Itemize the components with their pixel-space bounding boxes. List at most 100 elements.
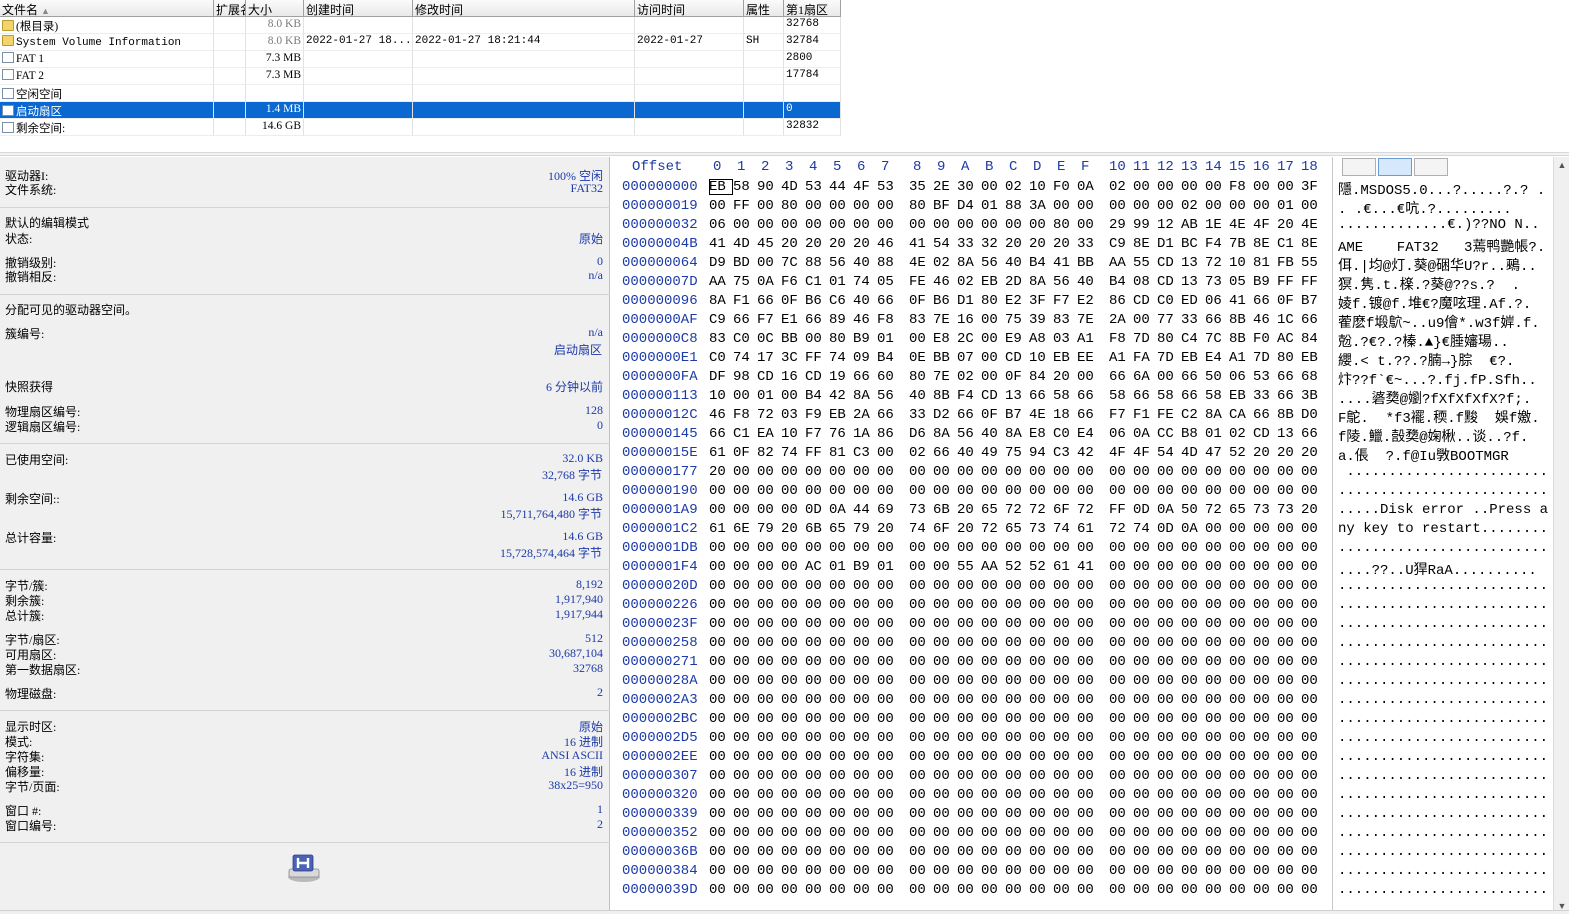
hex-byte[interactable]: 72 <box>981 521 1005 537</box>
hex-byte[interactable]: 00 <box>829 464 853 480</box>
hex-byte[interactable]: 00 <box>981 540 1005 556</box>
hex-byte[interactable]: 00 <box>1301 521 1325 537</box>
hex-byte[interactable]: 00 <box>709 540 733 556</box>
hex-byte[interactable]: 00 <box>1253 673 1277 689</box>
hex-byte[interactable]: 0F <box>981 407 1005 423</box>
hex-byte[interactable]: 00 <box>1205 749 1229 765</box>
hex-byte[interactable]: 4E <box>1229 217 1253 233</box>
hex-byte[interactable]: 00 <box>1301 464 1325 480</box>
hex-byte[interactable]: 00 <box>1301 863 1325 879</box>
hex-byte[interactable]: D6 <box>909 426 933 442</box>
hex-byte[interactable]: 00 <box>829 863 853 879</box>
hex-byte[interactable]: 55 <box>1301 255 1325 271</box>
hex-byte[interactable]: 20 <box>829 236 853 252</box>
hex-byte[interactable]: 52 <box>1005 559 1029 575</box>
hex-byte[interactable]: 00 <box>1277 521 1301 537</box>
hex-byte[interactable]: 00 <box>1181 749 1205 765</box>
hex-byte[interactable]: 0A <box>757 274 781 290</box>
hex-byte[interactable]: 33 <box>957 236 981 252</box>
hex-byte[interactable]: EB <box>1229 388 1253 404</box>
hex-byte[interactable]: 1E <box>1205 217 1229 233</box>
hex-byte[interactable]: 83 <box>1053 312 1077 328</box>
hex-byte[interactable]: 00 <box>757 578 781 594</box>
hex-byte[interactable]: 66 <box>1181 388 1205 404</box>
hex-byte[interactable]: 00 <box>853 768 877 784</box>
hex-byte[interactable]: 17 <box>757 350 781 366</box>
hex-byte[interactable]: 00 <box>1181 654 1205 670</box>
hex-byte[interactable]: 00 <box>1253 483 1277 499</box>
hex-byte[interactable]: 00 <box>805 882 829 898</box>
hex-byte[interactable]: 00 <box>1029 540 1053 556</box>
hex-offset[interactable]: 0000002BC <box>622 711 702 730</box>
hex-byte[interactable]: 00 <box>877 464 901 480</box>
col-header-modified[interactable]: 修改时间 <box>413 0 635 17</box>
hex-byte[interactable]: C3 <box>1053 445 1077 461</box>
hex-byte[interactable]: 00 <box>781 217 805 233</box>
hex-byte[interactable]: 00 <box>853 730 877 746</box>
hex-byte[interactable]: 86 <box>1109 293 1133 309</box>
hex-byte[interactable]: 00 <box>1157 806 1181 822</box>
hex-byte[interactable]: 00 <box>1157 787 1181 803</box>
hex-byte[interactable]: 00 <box>909 863 933 879</box>
hex-byte[interactable]: 00 <box>877 654 901 670</box>
hex-byte[interactable]: 00 <box>1157 768 1181 784</box>
hex-byte[interactable]: 19 <box>829 369 853 385</box>
hex-byte[interactable]: 00 <box>757 255 781 271</box>
hex-byte[interactable]: 00 <box>1005 654 1029 670</box>
hex-byte[interactable]: 00 <box>781 806 805 822</box>
hex-byte[interactable]: AB <box>1181 217 1205 233</box>
hex-byte[interactable]: 00 <box>1301 711 1325 727</box>
hex-byte[interactable]: CD <box>1157 274 1181 290</box>
hex-byte[interactable]: 56 <box>957 426 981 442</box>
hex-byte[interactable]: 00 <box>1277 635 1301 651</box>
hex-byte[interactable]: 00 <box>781 464 805 480</box>
hex-byte[interactable]: 2C <box>957 331 981 347</box>
hex-byte[interactable]: 40 <box>1005 255 1029 271</box>
hex-byte[interactable]: 00 <box>909 483 933 499</box>
hex-offset[interactable]: 000000145 <box>622 426 702 445</box>
hex-byte[interactable]: 66 <box>1253 293 1277 309</box>
hex-byte[interactable]: 00 <box>1005 730 1029 746</box>
hex-byte[interactable]: 00 <box>1109 730 1133 746</box>
hex-byte[interactable]: 00 <box>1133 806 1157 822</box>
hex-byte[interactable]: 00 <box>877 445 901 461</box>
hex-byte[interactable]: 00 <box>1301 806 1325 822</box>
hex-byte[interactable]: 73 <box>1277 502 1301 518</box>
hex-byte[interactable]: 6F <box>1053 502 1077 518</box>
hex-byte[interactable]: 0A <box>1077 179 1101 195</box>
hex-byte[interactable]: 00 <box>1005 540 1029 556</box>
hex-byte[interactable]: 00 <box>933 540 957 556</box>
hex-byte[interactable]: 00 <box>1109 540 1133 556</box>
hex-byte[interactable]: 00 <box>1181 806 1205 822</box>
hex-byte[interactable]: 74 <box>829 350 853 366</box>
hex-byte[interactable]: 61 <box>709 521 733 537</box>
hex-byte[interactable]: 00 <box>1205 483 1229 499</box>
hex-byte[interactable]: 00 <box>1077 654 1101 670</box>
hex-byte[interactable]: 74 <box>781 445 805 461</box>
hex-byte[interactable]: 33 <box>1181 312 1205 328</box>
hex-byte[interactable]: F9 <box>805 407 829 423</box>
hex-byte[interactable]: 00 <box>1053 692 1077 708</box>
hex-ascii[interactable]: ....??..U猂RaA.......... <box>1338 559 1548 578</box>
hex-byte[interactable]: 00 <box>1029 616 1053 632</box>
hex-byte[interactable]: FF <box>733 198 757 214</box>
hex-byte[interactable]: 00 <box>1253 198 1277 214</box>
hex-byte[interactable]: 00 <box>1181 540 1205 556</box>
hex-byte[interactable]: 7B <box>1229 236 1253 252</box>
hex-byte[interactable]: 00 <box>1277 179 1301 195</box>
hex-byte[interactable]: 00 <box>1053 654 1077 670</box>
hex-byte[interactable]: 0F <box>909 293 933 309</box>
hex-byte[interactable]: 50 <box>1181 502 1205 518</box>
hex-byte[interactable]: 00 <box>981 350 1005 366</box>
hex-byte[interactable]: 00 <box>933 825 957 841</box>
hex-byte[interactable]: F8 <box>733 407 757 423</box>
hex-byte[interactable]: E4 <box>1077 426 1101 442</box>
hex-byte[interactable]: 00 <box>757 882 781 898</box>
hex-ascii[interactable]: ......................... <box>1338 825 1548 844</box>
hex-byte[interactable]: 00 <box>1229 711 1253 727</box>
hex-byte[interactable]: B4 <box>1029 255 1053 271</box>
hex-byte[interactable]: BB <box>933 350 957 366</box>
hex-byte[interactable]: 00 <box>805 635 829 651</box>
hex-byte[interactable]: 6B <box>933 502 957 518</box>
hex-byte[interactable]: 00 <box>1157 597 1181 613</box>
